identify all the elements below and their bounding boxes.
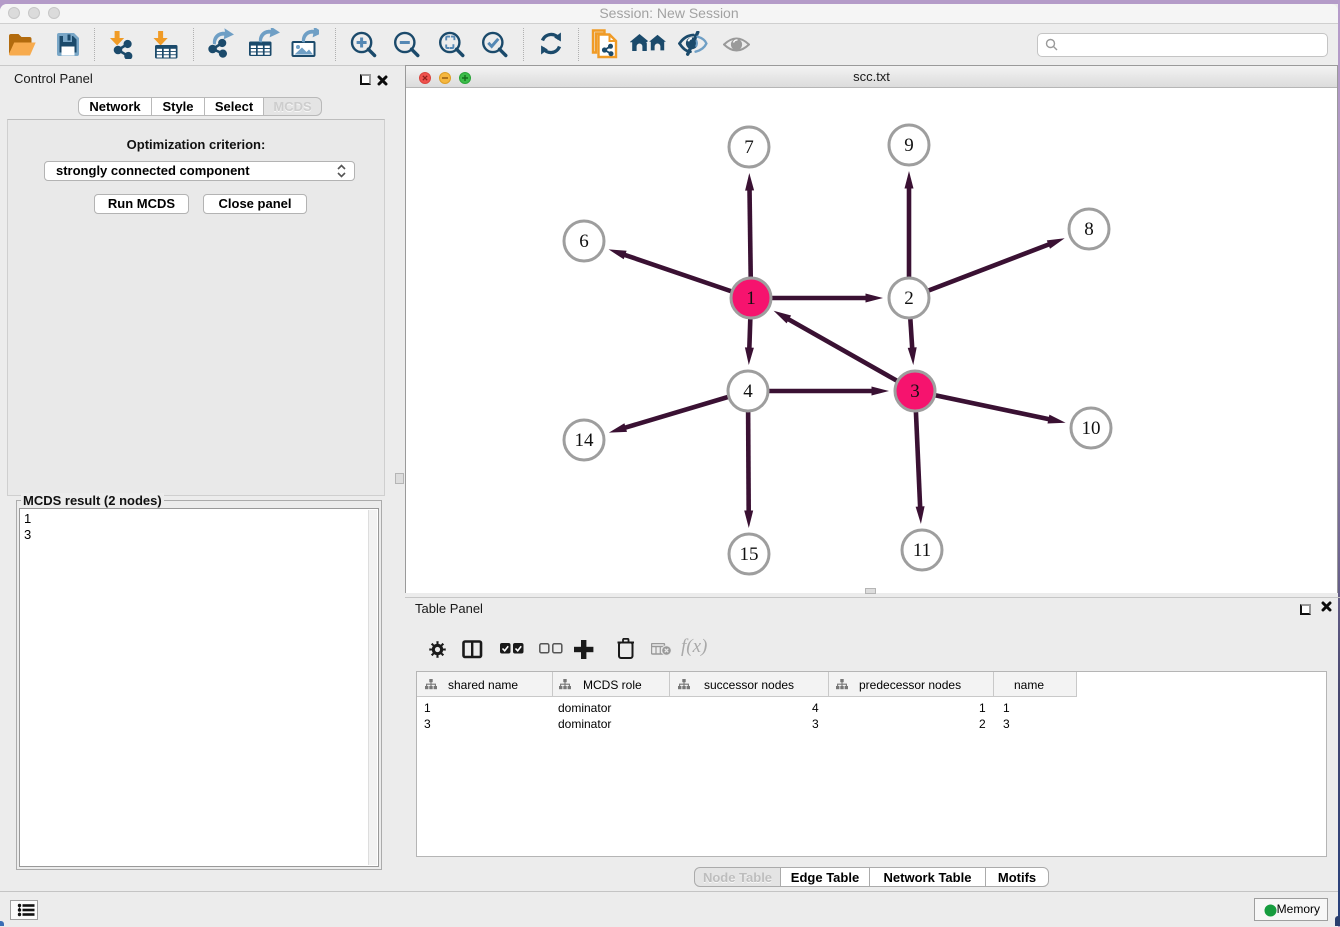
svg-text:15: 15 (740, 544, 759, 565)
svg-text:6: 6 (579, 231, 589, 252)
svg-text:10: 10 (1082, 418, 1101, 439)
svg-text:4: 4 (743, 381, 753, 402)
svg-text:14: 14 (575, 430, 595, 451)
svg-text:9: 9 (904, 135, 914, 156)
svg-text:1: 1 (746, 288, 756, 309)
svg-text:2: 2 (904, 288, 914, 309)
svg-text:8: 8 (1084, 219, 1094, 240)
svg-text:3: 3 (910, 381, 920, 402)
svg-text:11: 11 (913, 540, 931, 561)
svg-text:7: 7 (744, 137, 754, 158)
